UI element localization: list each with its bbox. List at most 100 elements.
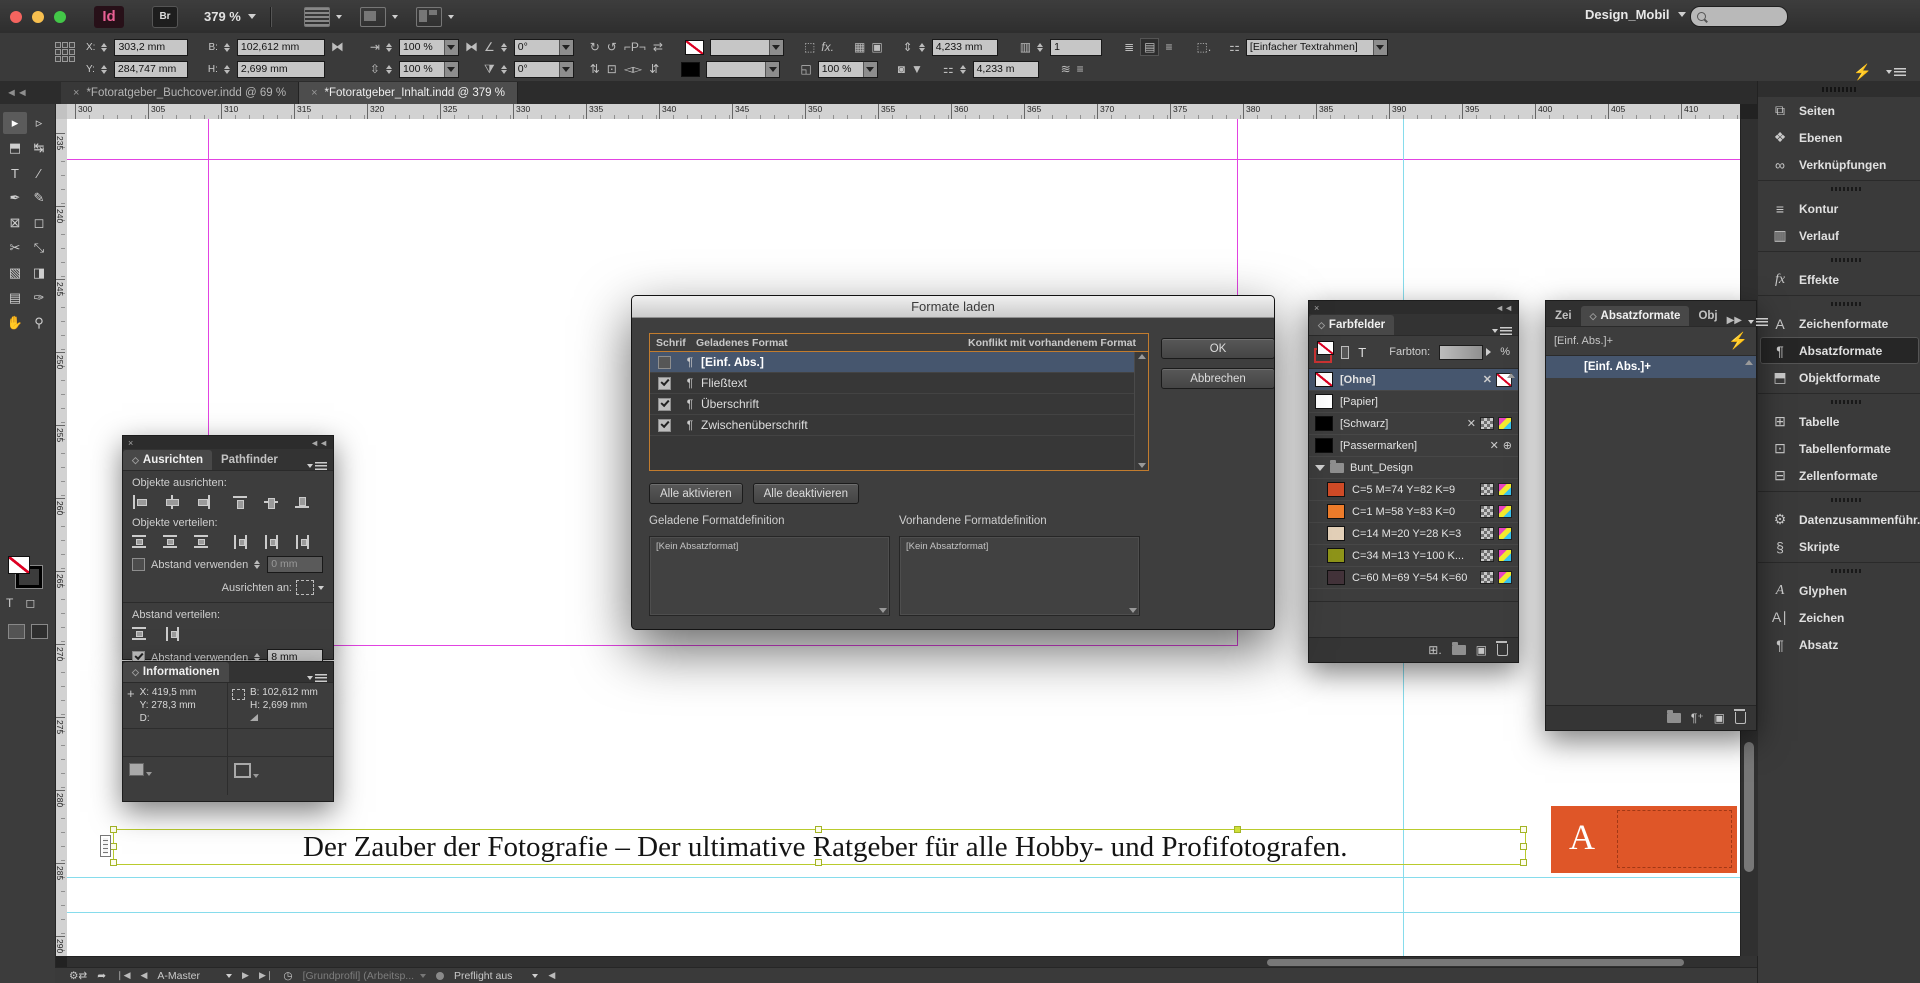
style-row[interactable]: ¶ [Einf. Abs.]	[650, 352, 1148, 373]
paragraph-marks-icon[interactable]: ≋	[1061, 62, 1071, 76]
tab-info[interactable]: ◇Informationen	[123, 662, 229, 682]
frame-handle[interactable]	[1520, 843, 1527, 850]
frame-tool[interactable]: ⊠	[3, 212, 27, 234]
gradient-feather-tool[interactable]: ◨	[27, 262, 51, 284]
bridge-button[interactable]: Br	[152, 6, 178, 28]
dock-panel-button[interactable]	[1758, 251, 1920, 266]
preview-mode-button[interactable]	[31, 624, 48, 639]
shear-stepper[interactable]	[501, 65, 507, 74]
scale-x-stepper[interactable]	[386, 43, 392, 52]
swatch-row[interactable]: [Ohne] ✕ ⊕	[1309, 369, 1518, 391]
link-scale-icon[interactable]: ⧓	[465, 39, 478, 55]
orange-label-frame[interactable]: A	[1551, 806, 1737, 873]
dock-panel-button[interactable]: § Skripte	[1758, 533, 1920, 560]
zoom-level-dropdown[interactable]: 379 %	[204, 9, 256, 24]
search-input[interactable]	[1690, 6, 1788, 27]
dock-panel-button[interactable]	[1758, 180, 1920, 195]
dock-drag-handle[interactable]	[1758, 81, 1920, 97]
distribute-bottom-icon[interactable]	[194, 535, 211, 549]
cell-field[interactable]: 4,233 m	[973, 61, 1039, 78]
close-tab-icon[interactable]: ×	[73, 87, 79, 99]
expand-panel-icon[interactable]: ▶▶	[1727, 315, 1748, 326]
columns-stepper[interactable]	[1037, 43, 1043, 52]
tab-paragraph-styles[interactable]: ◇Absatzformate	[1581, 306, 1690, 326]
distribute-hcenter-icon[interactable]	[264, 535, 281, 549]
dock-panel-button[interactable]: ¶ Absatzformate	[1760, 337, 1919, 364]
scale-y-dropdown[interactable]: 100 %	[399, 61, 459, 78]
dock-panel-button[interactable]: ⬒ Objektformate	[1758, 364, 1920, 391]
fill-swatch[interactable]	[681, 62, 700, 77]
panel-menu-icon[interactable]	[307, 674, 333, 682]
shear-dropdown[interactable]: 0°	[514, 61, 574, 78]
rotate-ccw-icon[interactable]: ↺	[607, 40, 617, 54]
view-options-icon[interactable]	[304, 7, 330, 27]
height-field[interactable]: 2,699 mm	[237, 61, 325, 78]
selection-tool[interactable]: ▸	[3, 112, 27, 134]
x-stepper[interactable]	[101, 43, 107, 52]
dock-panel-button[interactable]	[1758, 295, 1920, 310]
distribute-top-icon[interactable]	[132, 535, 149, 549]
normal-view-mode-button[interactable]	[8, 624, 25, 639]
frame-handle[interactable]	[1520, 859, 1527, 866]
pen-tool[interactable]: ✒	[3, 187, 27, 209]
scissors-tool[interactable]: ✂	[3, 237, 27, 259]
zoom-tool[interactable]: ⚲	[27, 312, 51, 334]
align-to-icon[interactable]	[296, 580, 314, 595]
rotate-cw-icon[interactable]: ↻	[590, 40, 600, 54]
delete-swatch-icon[interactable]	[1497, 644, 1508, 656]
swatch-row[interactable]: [Schwarz] ✕ ⊕	[1309, 413, 1518, 435]
preflight-menu[interactable]: Preflight aus	[454, 970, 538, 982]
frame-handle[interactable]	[815, 826, 822, 833]
reference-point-proxy[interactable]	[55, 42, 75, 62]
stroke-weight-dropdown[interactable]	[706, 61, 780, 78]
close-panel-icon[interactable]: ×	[1314, 303, 1319, 313]
opacity-dropdown[interactable]: 100 %	[818, 61, 878, 78]
close-panel-icon[interactable]: ×	[128, 438, 133, 448]
distribute-vcenter-icon[interactable]	[163, 535, 180, 549]
swatch-row[interactable]: C=1 M=58 Y=83 K=0 ✕ ⊕	[1309, 501, 1518, 523]
x-field[interactable]: 303,2 mm	[114, 39, 188, 56]
frame-handle[interactable]	[815, 859, 822, 866]
dialog-title[interactable]: Formate laden	[632, 296, 1274, 318]
existing-definition-box[interactable]: [Kein Absatzformat]	[899, 536, 1140, 616]
dock-panel-button[interactable]: A∣ Zeichen	[1758, 604, 1920, 631]
close-tab-icon[interactable]: ×	[311, 87, 317, 99]
gap-tool[interactable]: ↹	[27, 137, 51, 159]
width-field[interactable]: 102,612 mm	[237, 39, 325, 56]
ok-button[interactable]: OK	[1161, 338, 1275, 359]
preflight-gears-icon[interactable]: ⚙⇄	[69, 970, 87, 982]
height-stepper[interactable]	[224, 65, 230, 74]
fill-stroke-proxy[interactable]	[8, 556, 42, 588]
align-left-icon[interactable]	[132, 495, 149, 509]
uncheck-all-button[interactable]: Alle deaktivieren	[753, 483, 859, 504]
first-page-icon[interactable]: ❘◀	[116, 970, 130, 981]
tab-pathfinder[interactable]: Pathfinder	[212, 450, 287, 470]
dock-panel-button[interactable]: ∞ Verknüpfungen	[1758, 151, 1920, 178]
fill-proxy[interactable]	[8, 556, 30, 574]
spacing-stepper[interactable]	[254, 560, 260, 569]
dock-panel-button[interactable]: A Glyphen	[1758, 577, 1920, 604]
baseline-field[interactable]: 4,233 mm	[932, 39, 998, 56]
arrange-documents-icon[interactable]	[416, 7, 442, 27]
dock-panel-button[interactable]	[1758, 562, 1920, 577]
delete-style-icon[interactable]	[1735, 712, 1746, 724]
distribute-right-icon[interactable]	[295, 535, 312, 549]
loaded-definition-box[interactable]: [Kein Absatzformat]	[649, 536, 890, 616]
align-vcenter-icon[interactable]	[264, 495, 281, 509]
status-scroll-left-icon[interactable]: ◀	[548, 970, 555, 981]
scroll-up-icon[interactable]	[1745, 360, 1753, 365]
collapse-panel-icon[interactable]: ◄◄	[310, 438, 328, 448]
style-checkbox[interactable]	[658, 377, 671, 390]
stroke-swatch[interactable]	[685, 40, 704, 55]
style-checkbox[interactable]	[658, 356, 671, 369]
formatting-container-icon[interactable]	[1341, 346, 1350, 359]
new-swatch-icon[interactable]: ▣	[1476, 643, 1487, 657]
dock-panel-button[interactable]: A Zeichenformate	[1758, 310, 1920, 337]
swatch-row[interactable]: C=60 M=69 Y=54 K=60 ✕ ⊕	[1309, 567, 1518, 589]
rotation-stepper[interactable]	[501, 43, 507, 52]
use-spacing-checkbox[interactable]	[132, 558, 145, 571]
new-color-group-icon[interactable]: ⊞.	[1428, 643, 1441, 657]
dock-panel-button[interactable]: ▥ Verlauf	[1758, 222, 1920, 249]
frame-handle[interactable]	[110, 843, 117, 850]
panel-menu-icon[interactable]	[1492, 327, 1518, 335]
